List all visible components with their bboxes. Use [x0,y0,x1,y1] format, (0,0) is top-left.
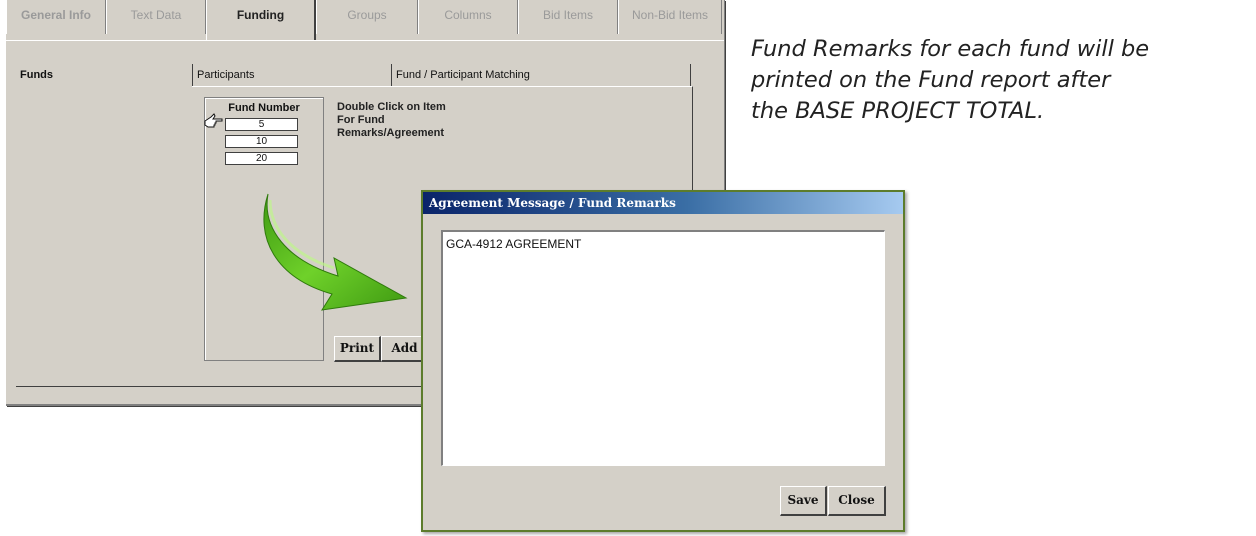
tab-funding[interactable]: Funding [206,0,316,40]
tab-groups[interactable]: Groups [316,0,418,34]
fund-row[interactable]: 5 [225,118,298,131]
caption-text: Fund Remarks for each fund will be print… [751,34,1251,127]
main-tab-bar: General Info Text Data Funding Groups Co… [6,0,724,40]
caption-line: Fund Remarks for each fund will be [751,36,1150,62]
agreement-dialog: Agreement Message / Fund Remarks GCA-491… [421,190,905,532]
instruction-line: Remarks/Agreement [337,127,444,139]
curved-arrow [263,193,408,311]
pointing-hand-icon [204,113,223,128]
instruction-line: Double Click on Item [337,101,446,113]
fund-row[interactable]: 20 [225,152,298,165]
save-button[interactable]: Save [780,486,827,516]
tab-general-info[interactable]: General Info [6,0,106,34]
close-button[interactable]: Close [828,486,886,516]
sub-tab-bar: Funds Participants Fund / Participant Ma… [16,64,692,86]
caption-line: printed on the Fund report after [751,67,1111,93]
subtab-funds[interactable]: Funds [16,64,193,86]
caption-line: the BASE PROJECT TOTAL. [751,98,1045,124]
fund-row[interactable]: 10 [225,135,298,148]
remarks-textarea[interactable]: GCA-4912 AGREEMENT [441,230,885,466]
tab-bid-items[interactable]: Bid Items [518,0,618,34]
dialog-title: Agreement Message / Fund Remarks [423,192,903,214]
tab-text-data[interactable]: Text Data [106,0,206,34]
tab-non-bid-items[interactable]: Non-Bid Items [618,0,722,34]
tab-columns[interactable]: Columns [418,0,518,34]
instruction-line: For Fund [337,114,385,126]
subtab-fund-participant-matching[interactable]: Fund / Participant Matching [392,64,691,86]
print-button[interactable]: Print [334,336,381,362]
instructions-text: Double Click on Item For Fund Remarks/Ag… [337,101,446,140]
tab-divider [6,40,724,41]
subtab-participants[interactable]: Participants [192,64,392,86]
